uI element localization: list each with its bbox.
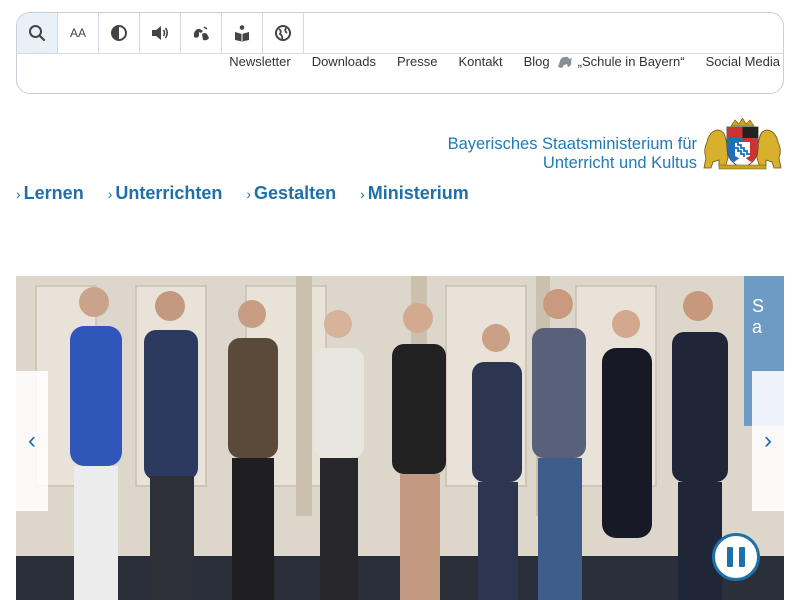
hero-carousel: S a ‹ › [16, 276, 784, 600]
search-icon [29, 25, 46, 42]
nav-item-label: Ministerium [367, 183, 469, 203]
nav-item-ministerium[interactable]: › Ministerium [360, 183, 469, 204]
nav-item-label: Gestalten [254, 183, 337, 203]
chevron-left-icon: ‹ [28, 427, 36, 454]
font-size-button[interactable]: AA [58, 13, 99, 54]
language-globe-icon [275, 25, 291, 41]
nav-item-label: Lernen [23, 183, 84, 203]
nav-item-gestalten[interactable]: › Gestalten [246, 183, 336, 204]
chevron-right-icon: › [107, 185, 113, 202]
presse-link[interactable]: Presse [397, 54, 437, 69]
blog-title: „Schule in Bayern“ [577, 54, 685, 69]
blog-link[interactable]: Blog „Schule in Bayern“ [524, 54, 685, 69]
carousel-pause-button[interactable] [712, 533, 760, 581]
main-navigation: › Lernen › Unterrichten › Gestalten › Mi… [16, 183, 493, 204]
social-media-link[interactable]: Social Media [706, 54, 780, 69]
kontakt-link[interactable]: Kontakt [458, 54, 502, 69]
utility-bar: AA [16, 12, 784, 94]
ministry-name-line1: Bayerisches Staatsministerium für [447, 135, 697, 153]
sign-language-button[interactable] [181, 13, 222, 54]
carousel-next-button[interactable]: › [752, 371, 784, 511]
lion-icon [557, 56, 572, 68]
nav-item-unterrichten[interactable]: › Unterrichten [108, 183, 223, 204]
ministry-name[interactable]: Bayerisches Staatsministerium für Unterr… [448, 135, 697, 173]
chevron-right-icon: › [246, 185, 252, 202]
contrast-icon [111, 25, 127, 41]
easy-language-button[interactable] [222, 13, 263, 54]
read-aloud-button[interactable] [140, 13, 181, 54]
coat-of-arms-logo[interactable] [701, 118, 784, 170]
meta-navigation: Newsletter Downloads Presse Kontakt Blog… [229, 54, 780, 69]
nav-item-label: Unterrichten [115, 183, 223, 203]
accessibility-toolbar: AA [17, 13, 304, 54]
contrast-button[interactable] [99, 13, 140, 54]
blog-label: Blog [523, 54, 550, 69]
search-button[interactable] [17, 13, 58, 54]
carousel-prev-button[interactable]: ‹ [16, 371, 48, 511]
downloads-link[interactable]: Downloads [312, 54, 376, 69]
language-button[interactable] [263, 13, 304, 54]
ministry-name-line2: Unterricht und Kultus [542, 154, 697, 172]
font-size-icon: AA [69, 26, 86, 40]
pause-icon [727, 547, 733, 567]
sign-language-icon [194, 26, 209, 41]
chevron-right-icon: › [764, 427, 772, 454]
newsletter-link[interactable]: Newsletter [229, 54, 290, 69]
nav-item-lernen[interactable]: › Lernen [16, 183, 84, 204]
pause-icon-bar [739, 547, 745, 567]
chevron-right-icon: › [360, 185, 365, 202]
hero-photo [16, 276, 784, 600]
screen-text: S a [752, 296, 765, 337]
easy-language-icon [235, 25, 249, 42]
chevron-right-icon: › [16, 185, 21, 202]
speaker-icon [152, 26, 169, 40]
